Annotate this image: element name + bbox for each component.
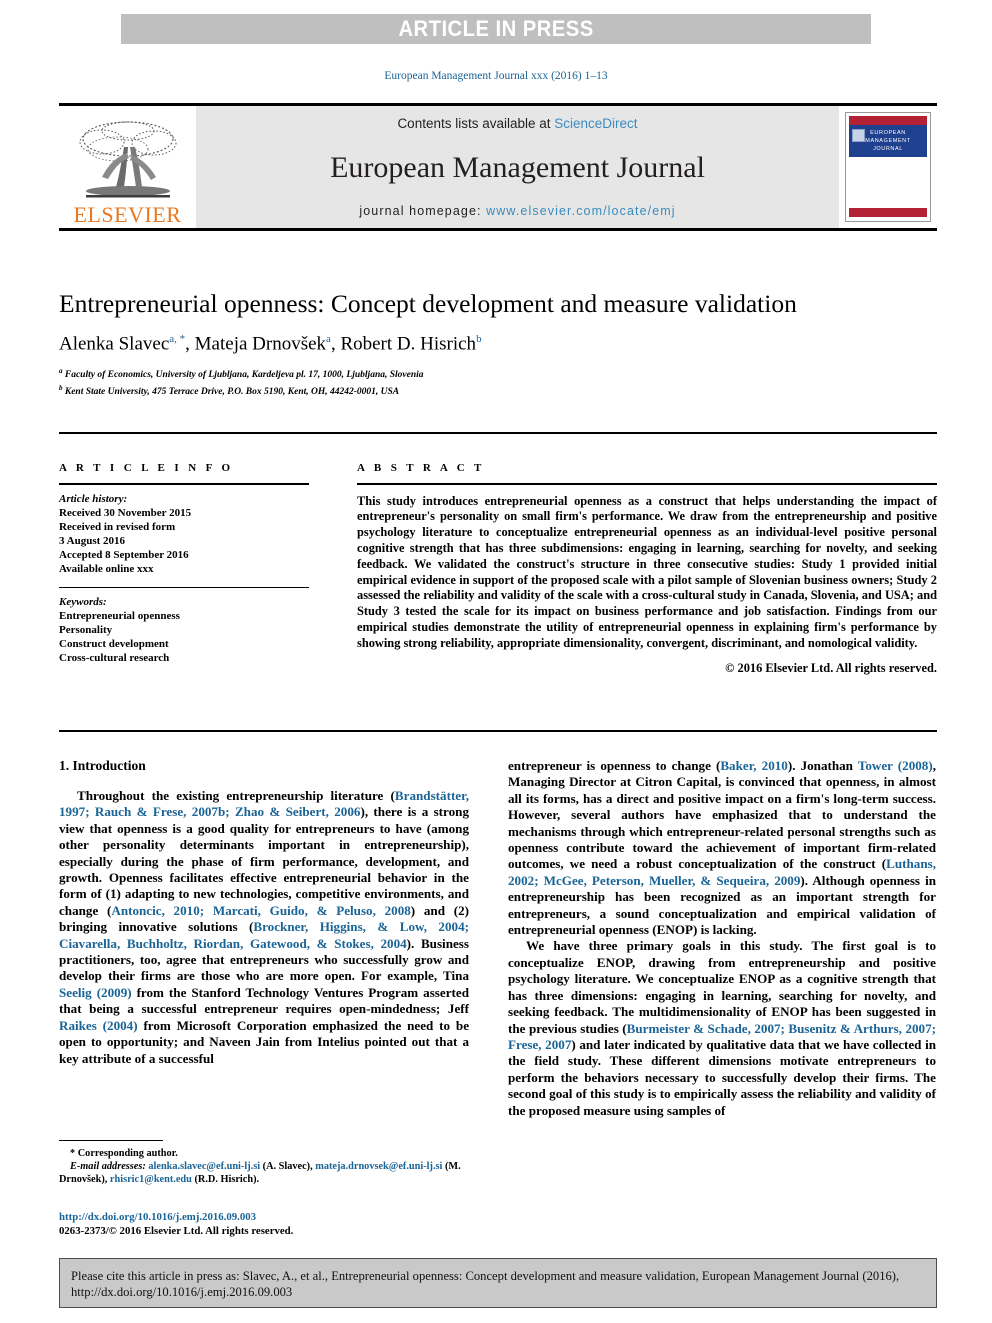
page-title: Entrepreneurial openness: Concept develo…	[59, 289, 797, 318]
email-label: E-mail addresses:	[70, 1161, 146, 1172]
abstract-rule	[357, 483, 937, 485]
affiliation-text: Kent State University, 475 Terrace Drive…	[64, 387, 400, 398]
masthead-bottom-rule	[59, 228, 937, 231]
cite-this-article-box: Please cite this article in press as: Sl…	[59, 1258, 937, 1308]
body-divider	[59, 730, 937, 732]
citation-link[interactable]: Antoncic, 2010; Marcati, Guido, & Peluso…	[111, 903, 410, 918]
sciencedirect-link[interactable]: ScienceDirect	[554, 116, 637, 131]
author-name: Robert D. Hisrich	[340, 333, 477, 355]
corresponding-author-note: * Corresponding author.	[59, 1147, 469, 1160]
keywords-group: Keywords: Entrepreneurial openness Perso…	[59, 595, 309, 665]
article-in-press-banner: ARTICLE IN PRESS	[121, 14, 871, 44]
doi-link[interactable]: http://dx.doi.org/10.1016/j.emj.2016.09.…	[59, 1211, 479, 1225]
corresponding-text: Corresponding author.	[77, 1148, 178, 1159]
article-history-group: Article history: Received 30 November 20…	[59, 492, 309, 576]
paragraph-text: entrepreneur is openness to change (	[508, 758, 721, 773]
abstract-copyright: © 2016 Elsevier Ltd. All rights reserved…	[725, 660, 937, 675]
citation-link[interactable]: Seelig (2009)	[59, 985, 132, 1000]
citation-link[interactable]: Tower (2008)	[858, 758, 933, 773]
contents-lists-line: Contents lists available at ScienceDirec…	[397, 116, 637, 131]
journal-cover-thumbnail: EUROPEAN MANAGEMENT JOURNAL	[839, 106, 937, 228]
history-item: Available online xxx	[59, 562, 154, 575]
title-divider	[59, 432, 937, 434]
affiliation-item: a Faculty of Economics, University of Lj…	[59, 365, 939, 382]
affiliation-item: b Kent State University, 475 Terrace Dri…	[59, 382, 939, 399]
contents-prefix: Contents lists available at	[397, 116, 555, 131]
paragraph-text: ) and later indicated by qualitative dat…	[508, 1036, 937, 1118]
paper-page: ARTICLE IN PRESS European Management Jou…	[0, 0, 992, 1323]
keyword-item: Entrepreneurial openness	[59, 610, 180, 623]
running-head: European Management Journal xxx (2016) 1…	[384, 70, 608, 82]
email-addresses-note: E-mail addresses: alenka.slavec@ef.uni-l…	[59, 1161, 461, 1185]
article-history-label: Article history:	[59, 492, 128, 505]
article-info-heading: A R T I C L E I N F O	[59, 462, 234, 474]
paragraph-text: ), there is a strong view that openness …	[59, 804, 469, 918]
history-item: 3 August 2016	[59, 534, 126, 547]
title-block: Entrepreneurial openness: Concept develo…	[59, 288, 939, 399]
homepage-prefix: journal homepage:	[359, 204, 487, 218]
abstract-text: This study introduces entrepreneurial op…	[357, 493, 937, 650]
journal-homepage-line: journal homepage: www.elsevier.com/locat…	[359, 204, 675, 218]
footnote-block: * Corresponding author. E-mail addresses…	[59, 1140, 469, 1186]
doi-block: http://dx.doi.org/10.1016/j.emj.2016.09.…	[59, 1211, 479, 1238]
article-info-separator	[59, 586, 309, 589]
elsevier-tree-icon	[79, 121, 176, 198]
email-link[interactable]: rhisric1@kent.edu	[110, 1174, 192, 1185]
author-name: Mateja Drnovšek	[194, 333, 327, 355]
cover-line-3: JOURNAL	[873, 146, 903, 152]
keyword-item: Cross-cultural research	[59, 652, 170, 665]
article-in-press-label: ARTICLE IN PRESS	[398, 16, 594, 41]
cover-top-band	[849, 116, 927, 125]
keywords-label: Keywords:	[59, 596, 107, 609]
paragraph: entrepreneur is openness to change (Bake…	[508, 758, 936, 938]
author-affil-marks: a	[326, 333, 331, 345]
corresponding-marker: *	[70, 1148, 76, 1159]
author-name: Alenka Slavec	[59, 333, 170, 355]
affiliation-list: a Faculty of Economics, University of Lj…	[59, 365, 939, 398]
masthead-center-panel: Contents lists available at ScienceDirec…	[196, 106, 839, 228]
keyword-item: Personality	[59, 624, 113, 637]
citation-link[interactable]: Baker, 2010	[720, 758, 788, 773]
abstract-heading: A B S T R A C T	[357, 462, 485, 474]
journal-homepage-link[interactable]: www.elsevier.com/locate/emj	[486, 204, 675, 218]
history-item: Received 30 November 2015	[59, 506, 192, 519]
email-owner: (A. Slavec)	[262, 1161, 311, 1172]
journal-title: European Management Journal	[330, 150, 705, 184]
cover-bottom-band	[849, 208, 927, 217]
journal-masthead: ELSEVIER Contents lists available at Sci…	[59, 103, 937, 231]
affiliation-mark: a	[59, 367, 63, 376]
footnote-rule	[59, 1140, 163, 1141]
affiliation-mark: b	[59, 383, 63, 392]
issn-copyright-line: 0263-2373/© 2016 Elsevier Ltd. All right…	[59, 1224, 294, 1237]
abstract-section: A B S T R A C T This study introduces en…	[357, 462, 937, 676]
email-link[interactable]: mateja.drnovsek@ef.uni-lj.si	[315, 1161, 442, 1172]
email-link[interactable]: alenka.slavec@ef.uni-lj.si	[148, 1161, 260, 1172]
paragraph-text: ). Jonathan	[787, 758, 858, 773]
affiliation-text: Faculty of Economics, University of Ljub…	[64, 370, 424, 381]
history-item: Accepted 8 September 2016	[59, 548, 189, 561]
cover-title-panel: EUROPEAN MANAGEMENT JOURNAL	[849, 125, 927, 157]
citation-link[interactable]: Raikes (2004)	[59, 1018, 138, 1033]
cover-emblem-icon	[852, 129, 865, 142]
email-owner: (R.D. Hisrich)	[194, 1174, 257, 1185]
keyword-item: Construct development	[59, 638, 169, 651]
history-item: Received in revised form	[59, 520, 176, 533]
elsevier-wordmark: ELSEVIER	[73, 202, 182, 227]
author-affil-marks: a, *	[169, 333, 186, 345]
cover-image: EUROPEAN MANAGEMENT JOURNAL	[845, 112, 931, 222]
paragraph: We have three primary goals in this stud…	[508, 938, 936, 1118]
body-column-right: entrepreneur is openness to change (Bake…	[508, 758, 936, 1119]
article-info-rule	[59, 483, 309, 485]
author-affil-marks: b	[476, 333, 482, 345]
body-column-left: 1. Introduction Throughout the existing …	[59, 758, 469, 1067]
paragraph: Throughout the existing entrepreneurship…	[59, 788, 469, 1067]
elsevier-logo: ELSEVIER	[59, 106, 196, 228]
paragraph-text: Throughout the existing entrepreneurship…	[77, 788, 395, 803]
article-info-section: A R T I C L E I N F O Article history: R…	[59, 462, 309, 665]
author-list: Alenka Slaveca, *, Mateja Drnovšeka, Rob…	[59, 333, 482, 355]
section-heading-introduction: 1. Introduction	[59, 758, 146, 773]
paragraph-text: , Managing Director at Citron Capital, i…	[508, 758, 936, 872]
